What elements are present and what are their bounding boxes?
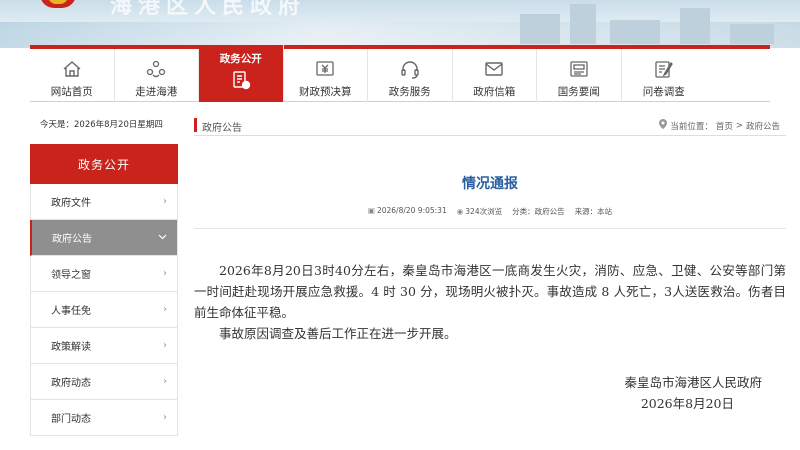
breadcrumb-bar: 政府公告 当前位置： 首页 > 政府公告 [194,114,786,136]
sidebar-item-gov-news[interactable]: 政府动态 › [30,364,178,400]
calendar-icon: ▣ [367,206,375,215]
chevron-right-icon: › [163,340,167,351]
article-source: 来源：本站 [574,207,613,216]
sidebar-item-gov-documents[interactable]: 政府文件 › [30,184,178,220]
banner-building [610,20,660,44]
sidebar-item-leaders[interactable]: 领导之窗 › [30,256,178,292]
signature-date: 2026年8月20日 [640,396,734,411]
article-paragraph: 事故原因调查及善后工作正在进一步开展。 [219,326,457,341]
chevron-right-icon: › [163,196,167,207]
chevron-right-icon: › [163,268,167,279]
banner-building [520,14,560,44]
article-body: 2026年8月20日3时40分左右，秦皇岛市海港区一底商发生火灾，消防、应急、卫… [194,260,786,344]
section-title: 政府公告 [202,123,242,134]
headset-icon [399,58,421,80]
header-banner: 海港区人民政府 [0,0,800,48]
site-title: 海港区人民政府 [110,0,307,19]
banner-building [680,8,710,44]
finance-icon [314,58,336,80]
location-pin-icon [659,119,668,132]
home-icon [61,58,83,80]
sidebar: 政务公开 政府文件 › 政府公告 领导之窗 › 人事任免 › 政策解读 › 政府… [30,144,178,436]
breadcrumb-home-link[interactable]: 首页 [716,120,733,132]
breadcrumb-current-link[interactable]: 政府公告 [746,120,780,132]
sidebar-item-policy-interpretation[interactable]: 政策解读 › [30,328,178,364]
sidebar-title: 政务公开 [30,144,178,184]
eye-icon: ◉ [456,207,464,216]
nav-item-gov-affairs[interactable]: 政务公开 [199,45,284,102]
publish-time: ▣ 2026/8/20 9:05:31 [367,206,447,215]
nav-item-mailbox[interactable]: 政府信箱 [453,49,537,102]
article-category: 分类：政府公告 [512,207,565,216]
document-icon [230,69,252,91]
breadcrumb-separator: > [735,120,743,131]
chevron-right-icon: › [163,412,167,423]
nav-item-finance[interactable]: 财政预决算 [284,49,368,102]
signature-block: 秦皇岛市海港区人民政府 2026年8月20日 [624,372,762,414]
nav-item-survey[interactable]: 问卷调查 [622,49,707,102]
article-meta: ▣ 2026/8/20 9:05:31 ◉ 324次浏览 分类：政府公告 来源：本站 [194,206,786,217]
section-marker [194,118,197,132]
today-date: 今天是：2026年8月20日星期四 [40,120,163,130]
sidebar-item-dept-news[interactable]: 部门动态 › [30,400,178,436]
mail-icon [483,58,505,80]
chevron-down-icon [158,232,167,243]
national-emblem-icon [40,0,76,8]
nav-item-about[interactable]: 走进海港 [115,49,199,102]
sidebar-item-gov-announcements[interactable]: 政府公告 [30,220,178,256]
nav-item-state-news[interactable]: 国务要闻 [537,49,622,102]
article-paragraph: 2026年8月20日3时40分左右，秦皇岛市海港区一底商发生火灾，消防、应急、卫… [194,263,786,320]
article-title: 情况通报 [462,176,518,192]
main-nav: 网站首页 走进海港 政务公开 财政预决算 政务服务 政府信箱 国务要闻 问卷调查 [30,45,770,102]
breadcrumb: 当前位置： 首页 > 政府公告 [659,119,780,132]
banner-building [570,4,596,44]
title-divider [194,228,786,229]
sidebar-item-appointments[interactable]: 人事任免 › [30,292,178,328]
banner-building [730,24,774,44]
survey-icon [653,58,675,80]
signature-org: 秦皇岛市海港区人民政府 [624,375,762,390]
view-count: ◉ 324次浏览 [456,207,503,216]
chevron-right-icon: › [163,376,167,387]
nav-item-gov-service[interactable]: 政务服务 [368,49,453,102]
nav-item-home[interactable]: 网站首页 [30,49,115,102]
breadcrumb-prefix: 当前位置： [670,121,713,132]
chevron-right-icon: › [163,304,167,315]
people-icon [145,58,167,80]
news-icon [568,58,590,80]
